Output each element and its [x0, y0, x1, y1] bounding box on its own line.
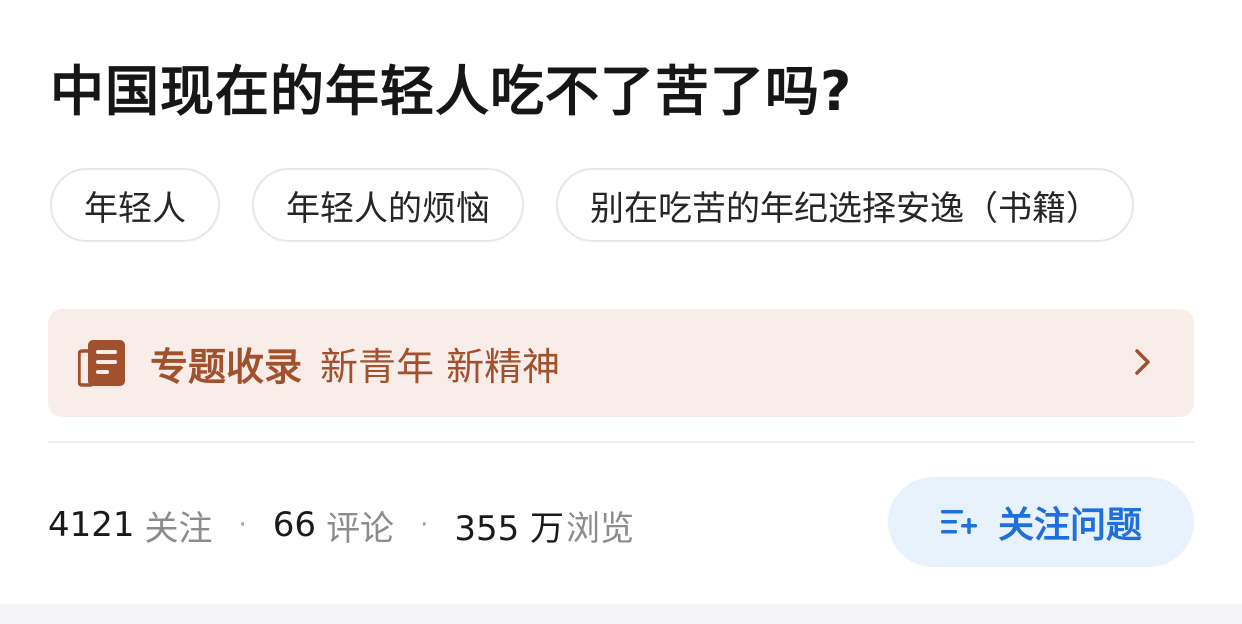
followers-count: 4121	[48, 505, 135, 545]
tag-list: 年轻人 年轻人的烦恼 别在吃苦的年纪选择安逸（书籍）	[50, 168, 1134, 242]
add-list-icon	[940, 510, 977, 534]
topic-name: 新青年 新精神	[320, 344, 561, 389]
topic-prefix: 专题收录	[150, 344, 303, 389]
question-title: 中国现在的年轻人吃不了苦了吗?	[50, 60, 853, 123]
question-stats: 4121 关注 · 66 评论 · 355 万 浏览	[48, 500, 634, 550]
tag-chip[interactable]: 年轻人	[50, 168, 220, 242]
tag-chip[interactable]: 年轻人的烦恼	[252, 168, 524, 242]
tag-chip[interactable]: 别在吃苦的年纪选择安逸（书籍）	[556, 168, 1134, 242]
comments-count[interactable]: 66	[273, 505, 316, 545]
views-label: 浏览	[566, 508, 635, 549]
views-count: 355 万	[454, 508, 565, 549]
follow-button-label: 关注问题	[997, 505, 1142, 546]
follow-question-button[interactable]: 关注问题	[888, 477, 1194, 567]
separator-dot: ·	[420, 510, 429, 540]
section-separator	[0, 604, 1242, 624]
document-collection-icon	[78, 340, 125, 387]
chevron-right-icon	[1135, 349, 1150, 375]
topic-collection-banner[interactable]: 专题收录 新青年 新精神	[48, 309, 1194, 417]
comments-label[interactable]: 评论	[326, 501, 394, 550]
divider	[48, 441, 1194, 443]
separator-dot: ·	[238, 510, 247, 540]
followers-label: 关注	[144, 508, 213, 549]
